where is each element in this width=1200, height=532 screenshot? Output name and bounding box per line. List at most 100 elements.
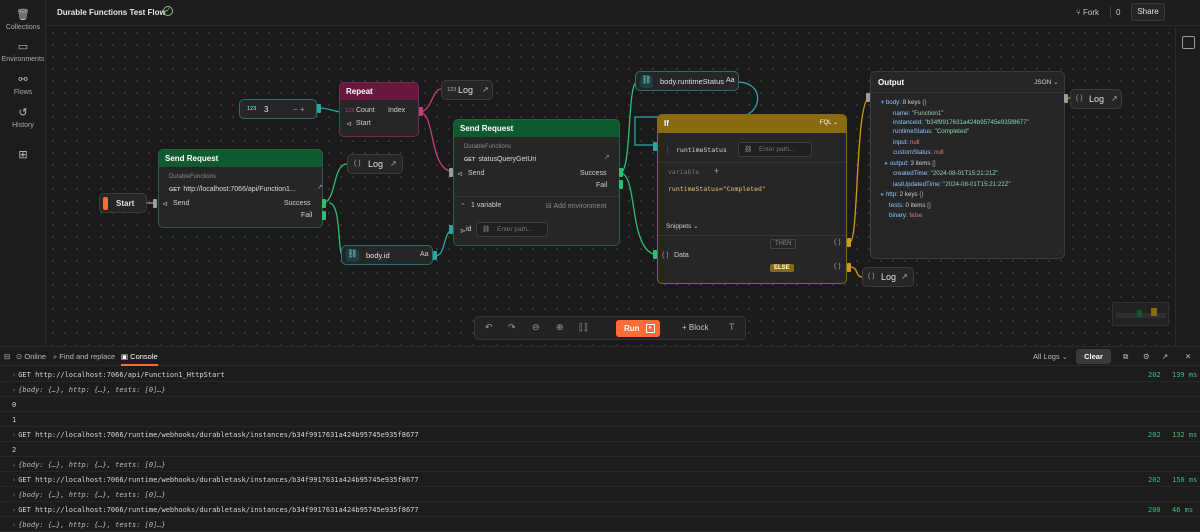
request-url[interactable]: http://localhost:7066/api/Function1... — [183, 186, 295, 193]
variable-path-input[interactable]: ⛓ Enter path... — [476, 222, 548, 237]
json-body[interactable]: ▾ body: 8 keys {} — [881, 98, 1061, 109]
port[interactable] — [317, 104, 321, 113]
expand-icon[interactable]: ▾ — [881, 99, 884, 106]
port[interactable] — [653, 142, 657, 151]
repeat-node[interactable]: Repeat 123 Count Index ⊲ Start — [339, 82, 419, 137]
log-level-select[interactable]: All Logs ⌄ — [1033, 352, 1068, 361]
log-row[interactable]: › {body: {…}, http: {…}, tests: [0]…} — [0, 382, 1200, 397]
port[interactable] — [449, 225, 453, 234]
port[interactable] — [847, 263, 851, 272]
port[interactable] — [419, 107, 423, 116]
log-node-output[interactable]: ( ) Log ↗ — [1070, 89, 1122, 109]
share-button[interactable]: Share — [1131, 3, 1165, 21]
console-tab[interactable]: ▣ Console — [121, 352, 158, 366]
open-request-icon[interactable]: ↗ — [317, 183, 323, 191]
if-var-path-input[interactable]: ⛓ Enter path... — [738, 142, 812, 157]
number-value[interactable]: 3 — [264, 105, 268, 114]
log-row[interactable]: › GET http://localhost:7066/api/Function1… — [0, 367, 1200, 382]
start-node[interactable]: Start — [99, 193, 147, 213]
json-row[interactable]: ▸ http: 2 keys {} — [881, 190, 1061, 201]
online-status[interactable]: ⊙ Online — [16, 352, 46, 361]
port[interactable] — [619, 180, 623, 189]
expand-icon[interactable]: ▸ — [881, 191, 884, 198]
port[interactable] — [433, 251, 437, 260]
redo-icon[interactable]: ↷ — [508, 322, 516, 333]
expand-icon[interactable]: › — [12, 476, 16, 484]
snippets-dropdown[interactable]: Snippets ⌄ — [666, 222, 699, 230]
drag-handle-icon[interactable]: ⋮ — [664, 146, 671, 154]
condition-expression[interactable]: runtimeStatus="Completed" — [668, 185, 766, 193]
variables-toggle[interactable]: 1 variable — [471, 202, 501, 209]
resize-handle-icon[interactable]: ⋰ — [1055, 250, 1061, 257]
port[interactable] — [847, 238, 851, 247]
expand-icon[interactable]: › — [12, 521, 16, 529]
add-variable-icon[interactable]: + — [714, 166, 719, 176]
expand-icon[interactable]: ▸ — [885, 160, 888, 167]
number-stepper[interactable]: − + — [293, 105, 305, 114]
send-request-node-2[interactable]: Send Request DurableFunctions GET statusQ… — [453, 119, 620, 246]
undo-icon[interactable]: ↶ — [485, 322, 493, 333]
open-icon[interactable]: ↗ — [1111, 94, 1118, 103]
clear-button[interactable]: Clear — [1076, 349, 1111, 364]
rail-flows[interactable]: ⚯ Flows — [0, 73, 46, 96]
port[interactable] — [866, 93, 870, 102]
open-icon[interactable]: ↗ — [482, 85, 489, 94]
port[interactable] — [322, 199, 326, 208]
log-node-top[interactable]: 123 Log ↗ — [441, 80, 493, 100]
open-request-icon[interactable]: ↗ — [604, 153, 610, 161]
add-variable-input[interactable]: variable — [668, 168, 699, 176]
expand-icon[interactable]: › — [12, 491, 16, 499]
port[interactable] — [1064, 94, 1068, 103]
zoom-out-icon[interactable]: ⊖ — [532, 322, 540, 333]
add-block-button[interactable]: + Block — [682, 323, 708, 332]
minimap[interactable] — [1112, 302, 1169, 326]
rail-history[interactable]: ↺ History — [0, 106, 46, 129]
expand-icon[interactable]: › — [12, 506, 16, 514]
port[interactable] — [449, 168, 453, 177]
open-icon[interactable]: ↗ — [390, 159, 397, 168]
runtime-status-node[interactable]: ⛓ body.runtimeStatus Aa — [635, 71, 739, 91]
port[interactable] — [619, 168, 623, 177]
port[interactable] — [653, 250, 657, 259]
close-icon[interactable]: ✕ — [1185, 352, 1191, 361]
add-environment-button[interactable]: ⊟ Add environment — [546, 202, 606, 210]
text-icon[interactable]: T — [729, 322, 735, 332]
port[interactable] — [322, 211, 326, 220]
fork-button[interactable]: ⑂ Fork — [1076, 8, 1099, 17]
panel-toggle-icon[interactable] — [1182, 36, 1195, 49]
log-node-else[interactable]: ( ) Log ↗ — [862, 267, 914, 287]
language-select[interactable]: FQL ⌄ — [820, 119, 838, 126]
expand-icon[interactable]: › — [12, 371, 16, 379]
find-replace-tab[interactable]: ⌕ Find and replace — [53, 352, 115, 362]
log-node-mid[interactable]: ( ) Log ↗ — [347, 154, 403, 174]
number-node[interactable]: 123 3 − + — [239, 99, 317, 119]
port[interactable] — [153, 199, 157, 208]
log-row[interactable]: › GET http://localhost:7066/runtime/webho… — [0, 427, 1200, 442]
expand-icon[interactable]: › — [12, 431, 16, 439]
fit-view-icon[interactable]: ⟦⟧ — [579, 322, 588, 333]
rail-collections[interactable]: 🗑 Collections — [0, 8, 46, 31]
panel-toggle-icon[interactable]: ⊟ — [4, 352, 10, 361]
expand-icon[interactable]: › — [12, 386, 16, 394]
collapse-icon[interactable]: ⌃ — [460, 202, 466, 210]
settings-icon[interactable]: ⚙ — [1143, 352, 1150, 361]
expand-icon[interactable]: › — [12, 461, 16, 469]
log-row[interactable]: › GET http://localhost:7066/runtime/webho… — [0, 472, 1200, 487]
log-row[interactable]: › {body: {…}, http: {…}, tests: [0]…} — [0, 457, 1200, 472]
body-id-node[interactable]: ⛓ body.id Aa — [341, 245, 433, 265]
if-node[interactable]: If FQL ⌄ ⋮ runtimeStatus ⛓ Enter path...… — [657, 114, 847, 284]
copy-icon[interactable]: ⧉ — [1123, 352, 1128, 362]
log-row[interactable]: › {body: {…}, http: {…}, tests: [0]…} — [0, 487, 1200, 502]
zoom-in-icon[interactable]: ⊕ — [556, 322, 564, 333]
log-row[interactable]: › GET http://localhost:7066/runtime/webho… — [0, 502, 1200, 517]
request-url[interactable]: statusQueryGetUri — [478, 156, 536, 163]
open-icon[interactable]: ↗ — [901, 272, 908, 281]
run-button[interactable]: Run ▸ — [616, 320, 660, 337]
rail-environments[interactable]: ▭ Environments — [0, 40, 46, 63]
rail-apps[interactable]: ⊞ — [0, 148, 46, 164]
json-row[interactable]: ▸ output: 3 items [] — [881, 159, 1061, 170]
flow-canvas[interactable]: Start 123 3 − + Repeat 123 Count Index ⊲… — [47, 27, 1175, 345]
send-request-node-1[interactable]: Send Request DurableFunctions GET http://… — [158, 149, 323, 228]
format-select[interactable]: JSON ⌄ — [1034, 78, 1059, 86]
output-node[interactable]: Output JSON ⌄ ▾ body: 8 keys {} name: "F… — [870, 71, 1065, 259]
